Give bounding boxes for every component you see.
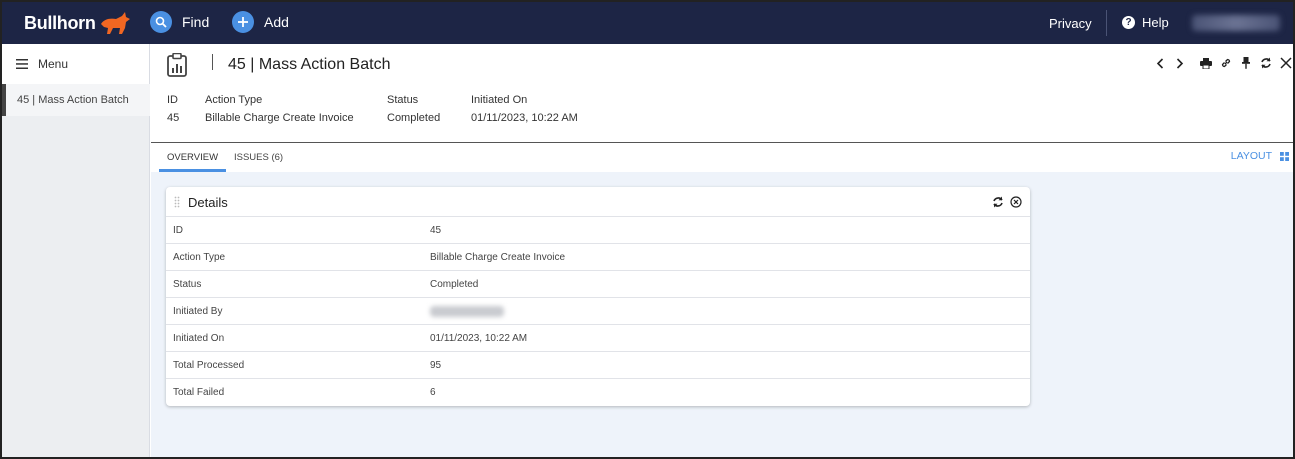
- sidebar-item-mass-action-batch[interactable]: 45 | Mass Action Batch: [2, 84, 150, 116]
- refresh-icon[interactable]: [992, 195, 1004, 213]
- header-actions: [1153, 56, 1293, 70]
- link-icon[interactable]: [1219, 56, 1233, 70]
- tabs-bar: OVERVIEW ISSUES (6) LAYOUT: [151, 142, 1293, 172]
- help-icon: ?: [1122, 16, 1135, 29]
- find-label: Find: [182, 14, 210, 30]
- table-row: Total Processed 95: [166, 352, 1030, 379]
- meta-label: ID: [167, 94, 178, 106]
- table-row: Status Completed: [166, 271, 1030, 298]
- layout-button[interactable]: LAYOUT: [1231, 150, 1289, 162]
- row-value: Billable Charge Create Invoice: [430, 252, 566, 263]
- meta-label: Action Type: [205, 94, 263, 106]
- meta-id: ID 45: [167, 94, 179, 124]
- meta-label: Status: [387, 94, 419, 106]
- meta-value: Billable Charge Create Invoice: [205, 112, 354, 124]
- bull-icon: [100, 12, 130, 34]
- table-row: Initiated By: [166, 298, 1030, 325]
- report-icon: [167, 52, 187, 82]
- table-row: Total Failed 6: [166, 379, 1030, 406]
- row-value: Completed: [430, 279, 479, 290]
- logo-text: Bullhorn: [24, 12, 96, 33]
- row-key: Action Type: [173, 252, 226, 263]
- page-title: 45 | Mass Action Batch: [228, 56, 391, 73]
- bullhorn-logo[interactable]: Bullhorn: [24, 10, 132, 36]
- details-card: Details ID 45 Action Type Billable Charg…: [166, 187, 1030, 406]
- sidebar: Menu 45 | Mass Action Batch: [2, 44, 150, 457]
- add-label: Add: [264, 14, 289, 30]
- meta-initiated-on: Initiated On 01/11/2023, 10:22 AM: [471, 94, 578, 124]
- pin-icon[interactable]: [1239, 56, 1253, 70]
- meta-value: Completed: [387, 112, 441, 124]
- menu-label: Menu: [38, 57, 69, 71]
- card-actions: [992, 195, 1022, 213]
- chevron-left-icon[interactable]: [1153, 56, 1167, 70]
- print-icon[interactable]: [1199, 56, 1213, 70]
- user-account-menu[interactable]: [1192, 15, 1280, 31]
- row-key: Initiated By: [173, 306, 223, 317]
- tab-overview[interactable]: OVERVIEW: [159, 143, 227, 172]
- help-label: Help: [1142, 15, 1169, 30]
- drag-handle-icon[interactable]: [174, 196, 180, 208]
- row-value-redacted: [430, 306, 504, 317]
- row-value: 6: [430, 387, 436, 398]
- find-button[interactable]: Find: [150, 11, 209, 33]
- row-value: 95: [430, 360, 442, 371]
- refresh-icon[interactable]: [1259, 56, 1273, 70]
- row-key: ID: [173, 225, 183, 236]
- sidebar-empty-area: [2, 116, 149, 457]
- header-separator: [212, 54, 213, 70]
- record-header: 45 | Mass Action Batch ID 45 Action Type…: [151, 44, 1293, 142]
- row-key: Status: [173, 279, 202, 290]
- details-card-header: Details: [166, 187, 1030, 217]
- menu-toggle[interactable]: Menu: [16, 57, 68, 71]
- main-content: 45 | Mass Action Batch ID 45 Action Type…: [151, 44, 1293, 457]
- search-icon: [150, 11, 172, 33]
- meta-label: Initiated On: [471, 94, 528, 106]
- table-row: Initiated On 01/11/2023, 10:22 AM: [166, 325, 1030, 352]
- row-key: Total Processed: [173, 360, 245, 371]
- top-navigation-bar: Bullhorn Find Add Privacy ? Help: [2, 2, 1293, 44]
- layout-label: LAYOUT: [1230, 150, 1272, 162]
- meta-value: 01/11/2023, 10:22 AM: [471, 112, 578, 124]
- menu-icon: [16, 59, 28, 69]
- privacy-link[interactable]: Privacy: [1049, 16, 1092, 31]
- grid-icon: [1280, 151, 1289, 161]
- chevron-right-icon[interactable]: [1173, 56, 1187, 70]
- row-key: Total Failed: [173, 387, 225, 398]
- tab-issues[interactable]: ISSUES (6): [226, 143, 291, 172]
- meta-value: 45: [167, 112, 180, 124]
- details-title: Details: [188, 195, 228, 210]
- table-row: Action Type Billable Charge Create Invoi…: [166, 244, 1030, 271]
- close-icon[interactable]: [1279, 56, 1293, 70]
- add-button[interactable]: Add: [232, 11, 289, 33]
- row-value: 01/11/2023, 10:22 AM: [430, 333, 528, 344]
- row-key: Initiated On: [173, 333, 225, 344]
- close-circle-icon[interactable]: [1010, 195, 1022, 213]
- topbar-divider: [1106, 10, 1107, 36]
- meta-action-type: Action Type Billable Charge Create Invoi…: [205, 94, 354, 124]
- row-value: 45: [430, 225, 442, 236]
- plus-icon: [232, 11, 254, 33]
- meta-status: Status Completed: [387, 94, 440, 124]
- table-row: ID 45: [166, 217, 1030, 244]
- help-button[interactable]: ? Help: [1122, 15, 1169, 30]
- redacted-value: [430, 306, 504, 317]
